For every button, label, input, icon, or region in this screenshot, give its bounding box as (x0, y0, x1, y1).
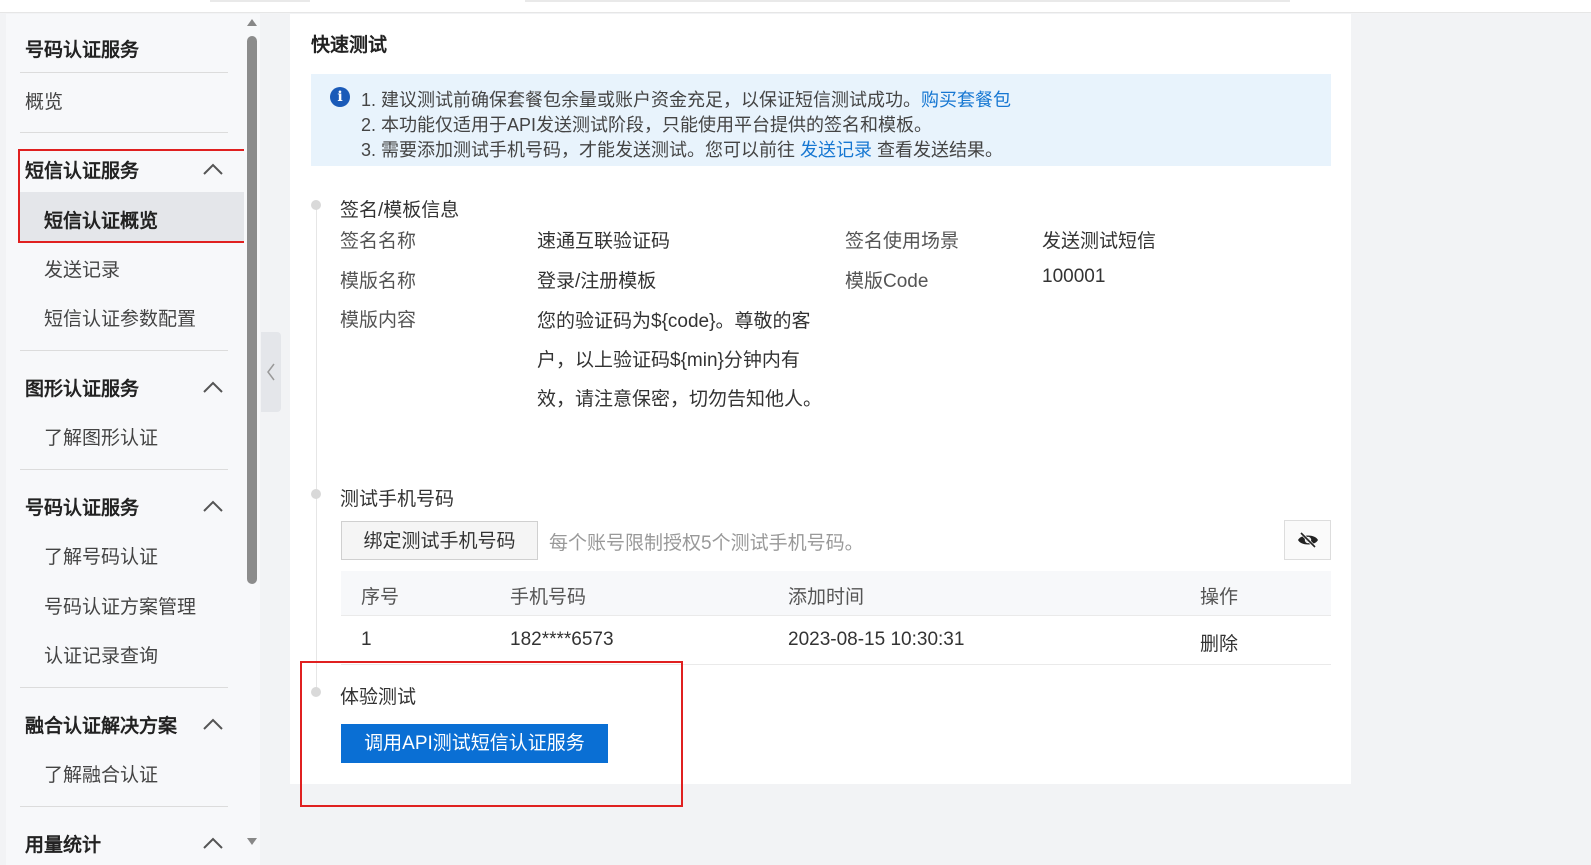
sidebar-top-title: 号码认证服务 (25, 40, 140, 61)
sidebar-item-send-records[interactable]: 发送记录 (44, 255, 120, 282)
notice-line-3-suffix: 查看发送结果。 (872, 140, 1004, 160)
row-index: 1 (361, 629, 372, 650)
row-phone: 182****6573 (510, 629, 614, 650)
phone-table-header: 序号 手机号码 添加时间 操作 (341, 571, 1331, 616)
sidebar-item-number-auth-plans[interactable]: 号码认证方案管理 (44, 592, 196, 619)
scrollbar-thumb[interactable] (247, 36, 257, 584)
column-header: 添加时间 (788, 587, 865, 608)
sidebar-divider (20, 350, 228, 351)
timeline-dot (311, 489, 321, 499)
phone-section-title: 测试手机号码 (340, 489, 455, 510)
row-time: 2023-08-15 10:30:31 (788, 629, 965, 650)
sidebar-divider (20, 72, 228, 73)
notice-line-3: 3. 需要添加测试手机号码，才能发送测试。您可以前往 发送记录 查看发送结果。 (361, 136, 1003, 162)
sidebar: 号码认证服务 概览 短信认证服务 短信认证概览 发送记录 短信认证参数配置 图形… (6, 14, 244, 865)
timeline-dot (311, 200, 321, 210)
sidebar-divider (20, 806, 228, 807)
sidebar-item-learn-captcha[interactable]: 了解图形认证 (44, 423, 158, 450)
scroll-up-arrow-icon[interactable] (247, 19, 257, 26)
top-bar-segment (525, 0, 1290, 2)
column-header: 序号 (361, 587, 400, 608)
notice-line-2: 2. 本功能仅适用于API发送测试阶段，只能使用平台提供的签名和模板。 (361, 115, 933, 135)
top-bar-segment (210, 0, 310, 2)
chevron-up-icon[interactable] (202, 836, 224, 850)
chevron-up-icon[interactable] (202, 717, 224, 731)
notice-line-3-text: 3. 需要添加测试手机号码，才能发送测试。您可以前往 (361, 140, 801, 160)
sidebar-divider (20, 469, 228, 470)
delete-link[interactable]: 删除 (1200, 629, 1238, 656)
template-name-value: 登录/注册模板 (537, 271, 657, 292)
notice-line-1: 1. 建议测试前确保套餐包余量或账户资金充足，以保证短信测试成功。购买套餐包 (361, 86, 1011, 112)
timeline-line (316, 209, 317, 689)
sign-name-value: 速通互联验证码 (537, 231, 671, 252)
template-name-label: 模版名称 (340, 271, 417, 292)
template-code-label: 模版Code (845, 271, 929, 292)
phone-limit-hint: 每个账号限制授权5个测试手机号码。 (549, 533, 864, 554)
highlight-box (300, 661, 683, 807)
send-records-link[interactable]: 发送记录 (800, 140, 872, 160)
column-header: 手机号码 (510, 587, 587, 608)
scene-value: 发送测试短信 (1042, 231, 1157, 252)
sidebar-group-fusion[interactable]: 融合认证解决方案 (25, 711, 177, 738)
sign-name-label: 签名名称 (340, 231, 417, 252)
template-content-value: 您的验证码为${code}。尊敬的客户，以上验证码${min}分钟内有效，请注意… (537, 311, 823, 410)
sidebar-divider (20, 687, 228, 688)
chevron-up-icon[interactable] (202, 380, 224, 394)
info-icon: i (330, 87, 350, 107)
column-header: 操作 (1200, 587, 1239, 608)
sidebar-divider (20, 132, 228, 133)
toggle-visibility-button[interactable] (1284, 520, 1331, 560)
chevron-up-icon[interactable] (202, 499, 224, 513)
sidebar-group-usage[interactable]: 用量统计 (25, 830, 101, 857)
top-bar (0, 0, 1591, 13)
chevron-left-icon (267, 363, 275, 381)
sidebar-item-auth-records[interactable]: 认证记录查询 (44, 641, 158, 668)
notice-box: i 1. 建议测试前确保套餐包余量或账户资金充足，以保证短信测试成功。购买套餐包… (311, 74, 1331, 166)
table-row: 1 182****6573 2023-08-15 10:30:31 删除 (341, 616, 1331, 665)
template-content-label: 模版内容 (340, 310, 417, 331)
page-title: 快速测试 (311, 35, 388, 56)
buy-package-link[interactable]: 购买套餐包 (921, 90, 1011, 110)
highlight-box (18, 149, 247, 243)
sign-section-title: 签名/模板信息 (340, 200, 460, 221)
eye-off-icon (1298, 532, 1318, 548)
sidebar-group-captcha[interactable]: 图形认证服务 (25, 374, 139, 401)
sidebar-item-learn-number-auth[interactable]: 了解号码认证 (44, 542, 158, 569)
bind-test-phone-button[interactable]: 绑定测试手机号码 (341, 521, 538, 560)
template-code-value: 100001 (1042, 266, 1106, 287)
sidebar-item-overview[interactable]: 概览 (25, 87, 63, 114)
notice-line-1-text: 1. 建议测试前确保套餐包余量或账户资金充足，以保证短信测试成功。 (361, 90, 922, 110)
sidebar-collapse-button[interactable] (261, 332, 281, 412)
scroll-down-arrow-icon[interactable] (247, 838, 257, 845)
sidebar-item-learn-fusion[interactable]: 了解融合认证 (44, 760, 158, 787)
sidebar-item-sms-config[interactable]: 短信认证参数配置 (44, 304, 196, 331)
scene-label: 签名使用场景 (845, 231, 960, 252)
sidebar-group-number-auth[interactable]: 号码认证服务 (25, 493, 139, 520)
